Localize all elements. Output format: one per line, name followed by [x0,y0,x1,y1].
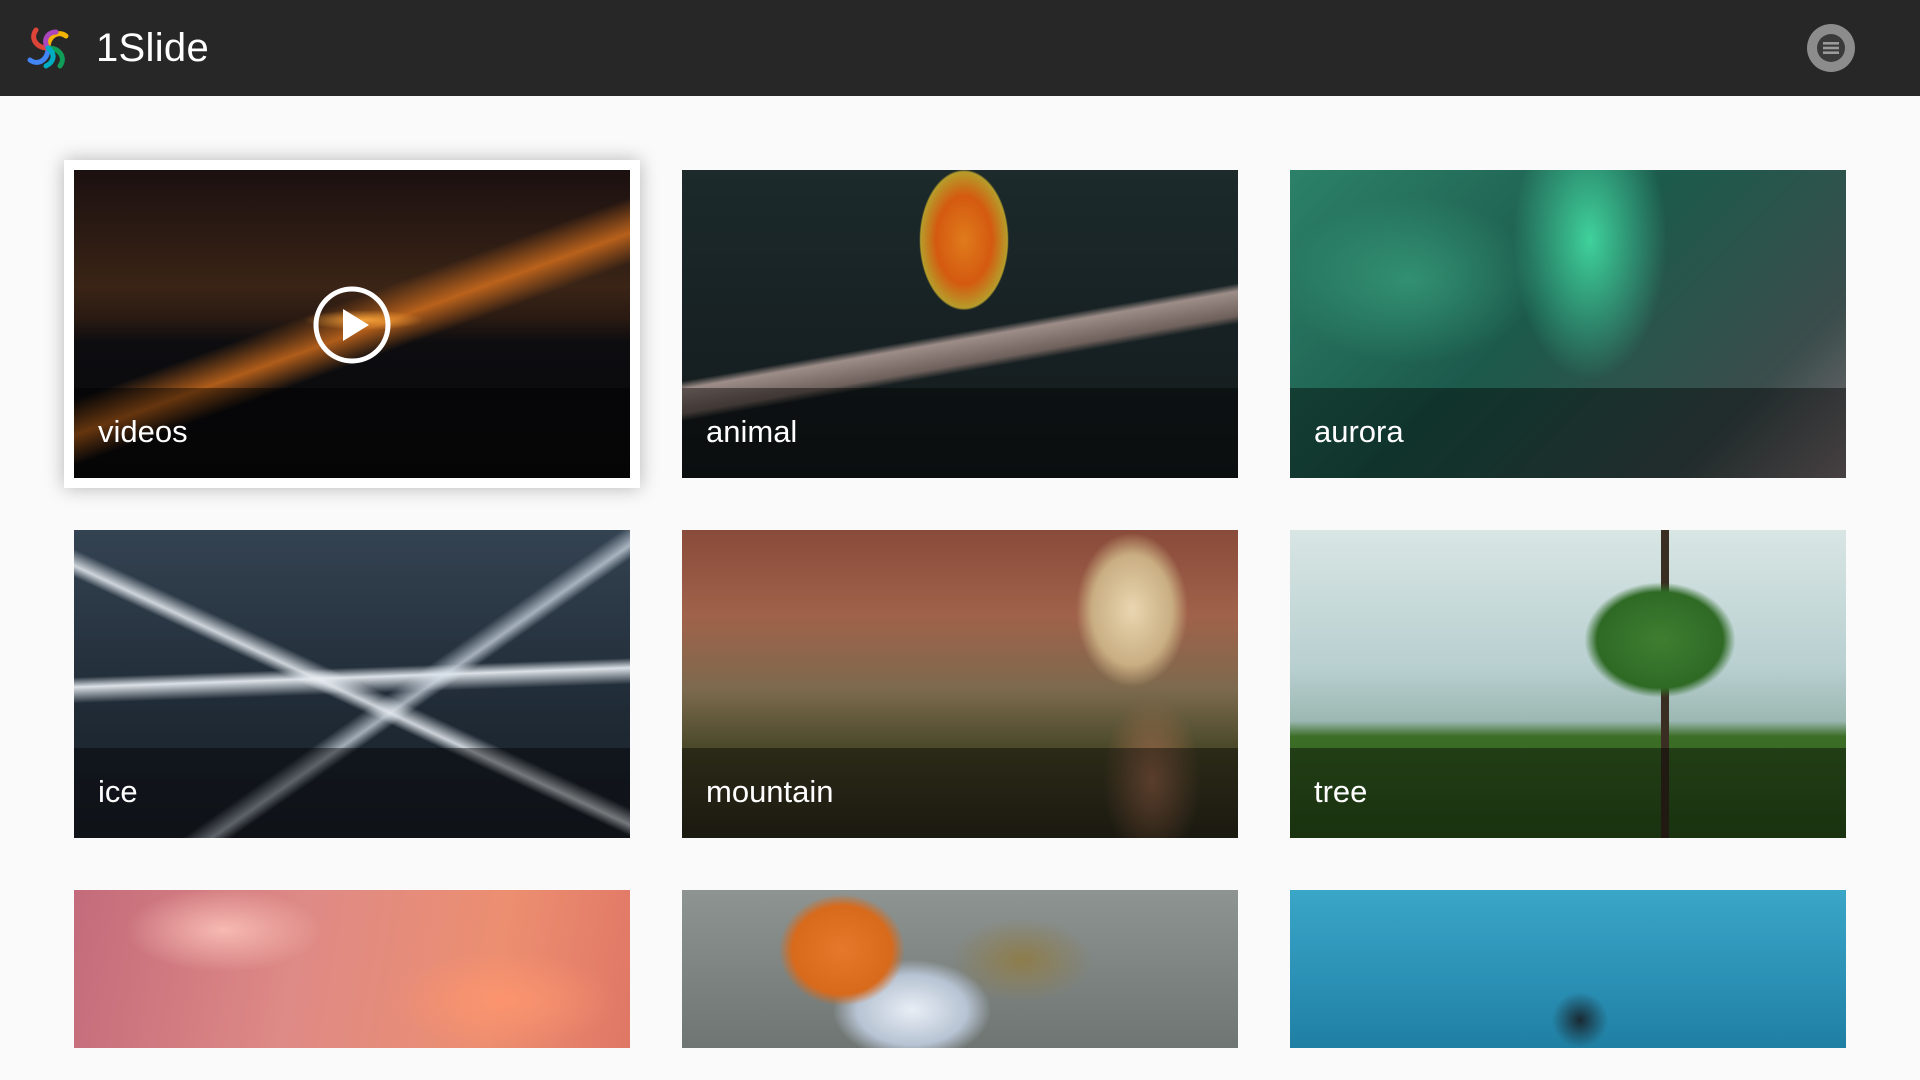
pinwheel-logo-icon [27,27,69,69]
category-tile-animal[interactable]: animal [682,170,1238,478]
category-tile-sky[interactable] [74,890,630,1048]
category-tile-ice[interactable]: ice [74,530,630,838]
tile-label: mountain [706,774,834,809]
tile-label: animal [706,414,798,449]
category-tile-bird[interactable] [682,890,1238,1048]
menu-button[interactable] [1807,24,1855,72]
play-icon [313,286,391,364]
tile-image-sunset-clouds [74,890,630,1048]
tile-label: ice [98,774,138,809]
category-grid: videos animal aurora ice mountain tree [0,96,1920,1080]
tile-label-overlay [74,748,630,838]
tile-label: tree [1314,774,1368,809]
top-app-bar: 1Slide [0,0,1920,96]
tile-label: videos [98,414,188,449]
category-tile-mountain[interactable]: mountain [682,530,1238,838]
tile-label-overlay [1290,748,1846,838]
app-title: 1Slide [96,26,209,70]
hamburger-menu-icon [1817,34,1845,62]
tile-image-robin [682,890,1238,1048]
category-tile-aurora[interactable]: aurora [1290,170,1846,478]
category-tile-underwater[interactable] [1290,890,1846,1048]
category-tile-tree[interactable]: tree [1290,530,1846,838]
tile-image-diver [1290,890,1846,1048]
tile-label: aurora [1314,414,1404,449]
category-tile-videos[interactable]: videos [64,160,640,488]
